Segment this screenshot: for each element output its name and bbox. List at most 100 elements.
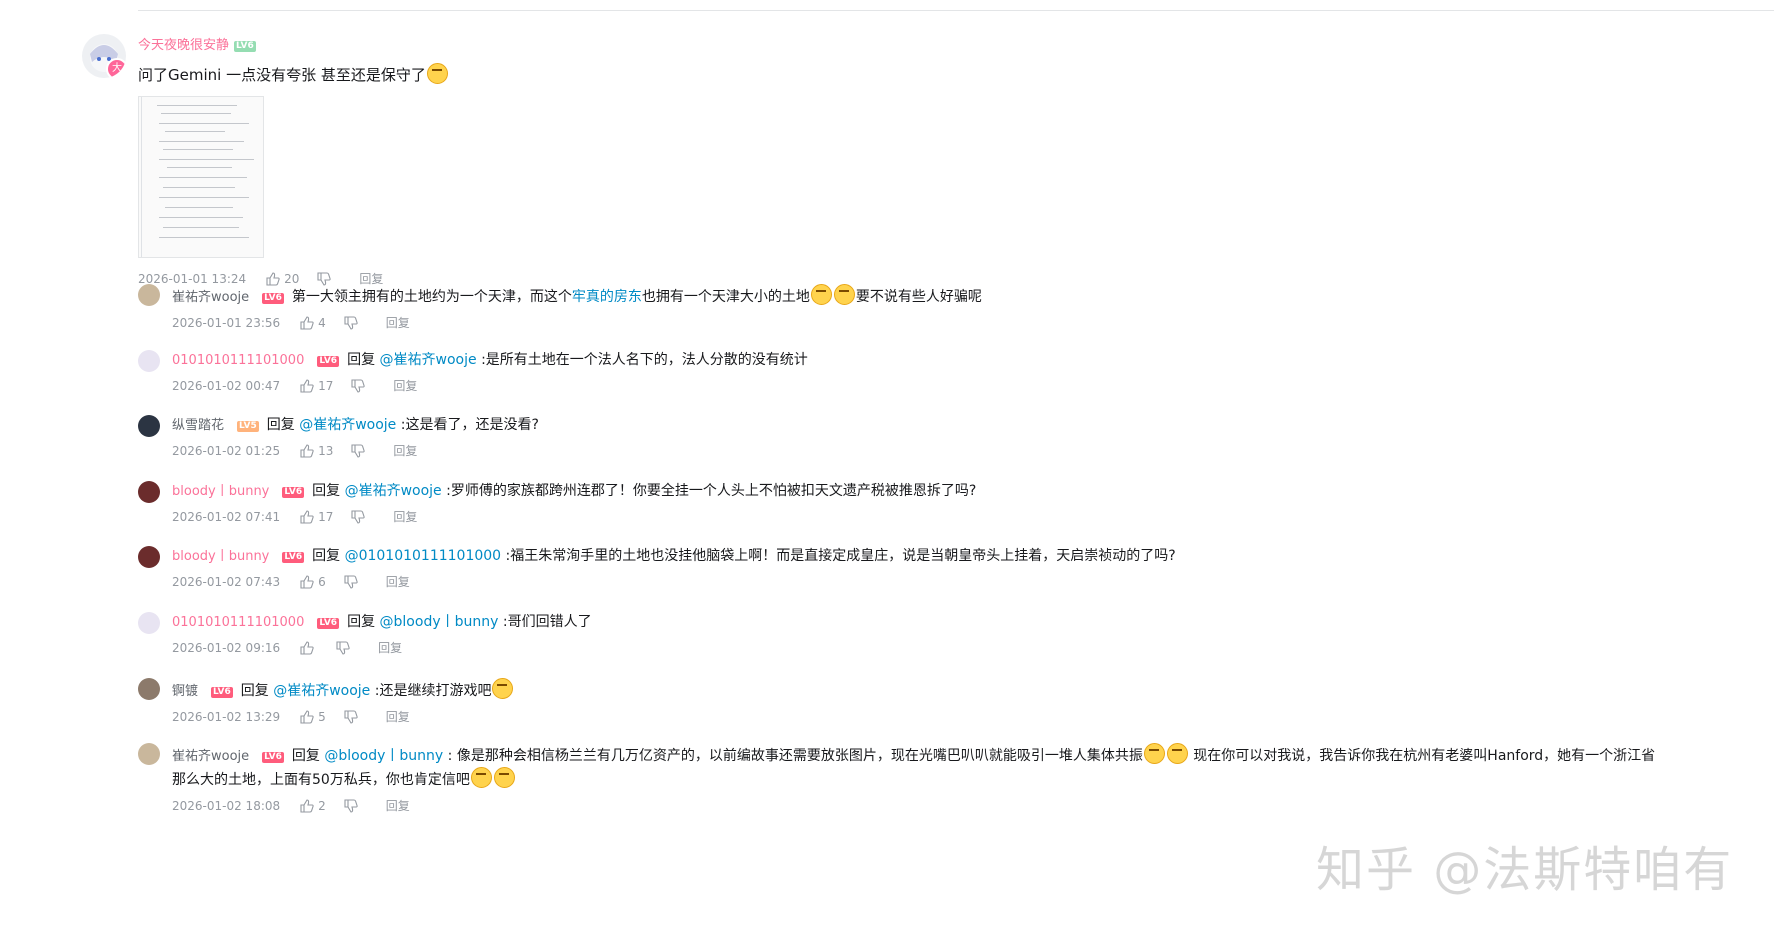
reply-text-2: 现在你可以对我说，我告诉你我在杭州有老婆叫Hanford，她有一个浙江省: [1193, 748, 1656, 764]
username[interactable]: 今天夜晚很安静: [138, 38, 229, 53]
thumbs-up-icon: [300, 709, 314, 724]
level-badge: LV6: [317, 356, 340, 367]
emoji-icon: [492, 678, 514, 699]
reply-row: bloody丨bunny LV6 回复 @崔祐齐wooje :罗师傅的家族都跨州连郡…: [172, 481, 1768, 502]
like-count: 17: [318, 378, 334, 393]
like-button[interactable]: 17: [300, 510, 333, 524]
dislike-button[interactable]: [351, 443, 366, 458]
reply-button[interactable]: 回复: [378, 639, 402, 656]
mention-link[interactable]: @崔祐齐wooje: [345, 483, 442, 499]
reply-row: 0101010111101000 LV6 回复 @bloody丨bunny :哥们回…: [172, 612, 1768, 633]
dislike-button[interactable]: [336, 640, 350, 655]
reply-button[interactable]: 回复: [393, 442, 417, 459]
mention-link[interactable]: @崔祐齐wooje: [380, 352, 477, 368]
dislike-button[interactable]: [344, 798, 358, 813]
reply-text-line2: 那么大的土地，上面有50万私兵，你也肯定信吧: [172, 772, 470, 788]
reply-username[interactable]: 崔祐齐wooje: [172, 749, 249, 764]
search-keyword-link[interactable]: 牢真的房东: [572, 289, 642, 305]
avatar[interactable]: [138, 546, 160, 568]
avatar[interactable]: [138, 743, 160, 765]
reply-meta: 2026-01-02 07:41 17 回复: [172, 508, 1768, 525]
avatar[interactable]: [138, 284, 160, 306]
reply-row: 0101010111101000 LV6 回复 @崔祐齐wooje :是所有土地在一…: [172, 350, 1768, 371]
emoji-icon: [493, 767, 515, 788]
reply-username[interactable]: bloody丨bunny: [172, 549, 269, 564]
reply-button[interactable]: 回复: [393, 508, 417, 525]
thumbs-up-icon: [300, 378, 314, 393]
level-badge: LV6: [234, 41, 256, 52]
dislike-button[interactable]: [344, 315, 358, 330]
emoji-icon: [1166, 743, 1188, 764]
reply-username[interactable]: 纵雪踏花: [172, 418, 224, 433]
main-comment: 大 今天夜晚很安静 LV6 问了Gemini 一点没有夸张 甚至还是保守了 20…: [82, 34, 1772, 287]
reply-row: bloody丨bunny LV6 回复 @0101010111101000 :福王朱…: [172, 546, 1768, 567]
timestamp: 2026-01-01 23:56: [172, 315, 281, 330]
avatar[interactable]: [138, 415, 160, 437]
reply-button[interactable]: 回复: [393, 377, 417, 394]
mention-link[interactable]: @崔祐齐wooje: [299, 417, 396, 433]
dislike-button[interactable]: [344, 574, 358, 589]
reply-button[interactable]: 回复: [386, 314, 410, 331]
reply-text: :福王朱常洵手里的土地也没挂他脑袋上啊！而是直接定成皇庄，说是当朝皇帝头上挂着，…: [505, 548, 1176, 564]
reply-text: :还是继续打游戏吧: [374, 683, 492, 699]
reply-text-2: 也拥有一个天津大小的土地: [641, 289, 810, 305]
level-badge: LV6: [317, 618, 340, 629]
reply-item: 纵雪踏花 LV5 回复 @崔祐齐wooje :这是看了，还是没看? 2026-01-0…: [138, 415, 1768, 459]
like-button[interactable]: 6: [300, 575, 326, 589]
avatar[interactable]: [138, 612, 160, 634]
reply-button[interactable]: 回复: [386, 797, 410, 814]
like-count: 5: [318, 709, 326, 724]
thumbs-up-icon: [300, 509, 314, 524]
reply-meta: 2026-01-02 07:43 6 回复: [172, 573, 1768, 590]
mention-link[interactable]: @bloody丨bunny: [324, 748, 443, 764]
like-button[interactable]: [300, 640, 318, 655]
like-button[interactable]: 5: [300, 710, 326, 724]
reply-meta: 2026-01-02 00:47 17 回复: [172, 377, 1768, 394]
reply-prefix: 回复: [240, 683, 269, 699]
dislike-button[interactable]: [351, 509, 366, 524]
avatar[interactable]: [138, 678, 160, 700]
like-button[interactable]: 2: [300, 799, 326, 813]
mention-link[interactable]: @bloody丨bunny: [380, 614, 499, 630]
like-button[interactable]: 4: [300, 316, 326, 330]
reply-meta: 2026-01-02 18:08 2 回复: [172, 797, 1768, 814]
avatar[interactable]: [138, 481, 160, 503]
mention-link[interactable]: @崔祐齐wooje: [273, 683, 370, 699]
thumbs-down-icon: [336, 640, 350, 655]
reply-text-3: 要不说有些人好骗呢: [855, 289, 982, 305]
reply-username[interactable]: 0101010111101000: [172, 353, 304, 368]
reply-row: 锕镀 LV6 回复 @崔祐齐wooje :还是继续打游戏吧: [172, 678, 1768, 702]
reply-username[interactable]: 0101010111101000: [172, 615, 304, 630]
timestamp: 2026-01-02 01:25: [172, 443, 281, 458]
top-divider: [138, 10, 1774, 11]
reply-username[interactable]: bloody丨bunny: [172, 484, 269, 499]
avatar[interactable]: [138, 350, 160, 372]
mention-link[interactable]: @0101010111101000: [345, 548, 502, 564]
reply-button[interactable]: 回复: [386, 573, 410, 590]
reply-text: :哥们回错人了: [502, 614, 592, 630]
watermark: 知乎 @法斯特咱有: [1316, 842, 1734, 898]
like-count: 4: [318, 315, 326, 330]
level-badge: LV5: [237, 421, 259, 432]
like-button[interactable]: 17: [300, 379, 333, 393]
emoji-icon: [470, 767, 492, 788]
avatar[interactable]: 大: [82, 34, 126, 78]
reply-text: : 像是那种会相信杨兰兰有几万亿资产的，以前编故事还需要放张图片，现在光嘴巴叭叭…: [447, 748, 1143, 764]
reply-row: 纵雪踏花 LV5 回复 @崔祐齐wooje :这是看了，还是没看?: [172, 415, 1768, 436]
reply-text: 第一大领主拥有的土地约为一个天津，而这个: [291, 289, 572, 305]
like-button[interactable]: 13: [300, 444, 333, 458]
comment-image[interactable]: [138, 96, 264, 258]
reply-item: 锕镀 LV6 回复 @崔祐齐wooje :还是继续打游戏吧 2026-01-02 13…: [138, 678, 1768, 725]
reply-meta: 2026-01-02 13:29 5 回复: [172, 708, 1768, 725]
reply-meta: 2026-01-01 23:56 4 回复: [172, 314, 1768, 331]
reply-button[interactable]: 回复: [386, 708, 410, 725]
reply-item: bloody丨bunny LV6 回复 @0101010111101000 :福王朱…: [138, 546, 1768, 590]
dislike-button[interactable]: [351, 378, 366, 393]
reply-username[interactable]: 崔祐齐wooje: [172, 290, 249, 305]
emoji-icon: [810, 284, 832, 305]
dislike-button[interactable]: [344, 709, 358, 724]
reply-prefix: 回复: [312, 483, 341, 499]
like-count: 13: [318, 443, 334, 458]
vip-badge: 大: [106, 58, 126, 78]
reply-username[interactable]: 锕镀: [172, 684, 198, 699]
